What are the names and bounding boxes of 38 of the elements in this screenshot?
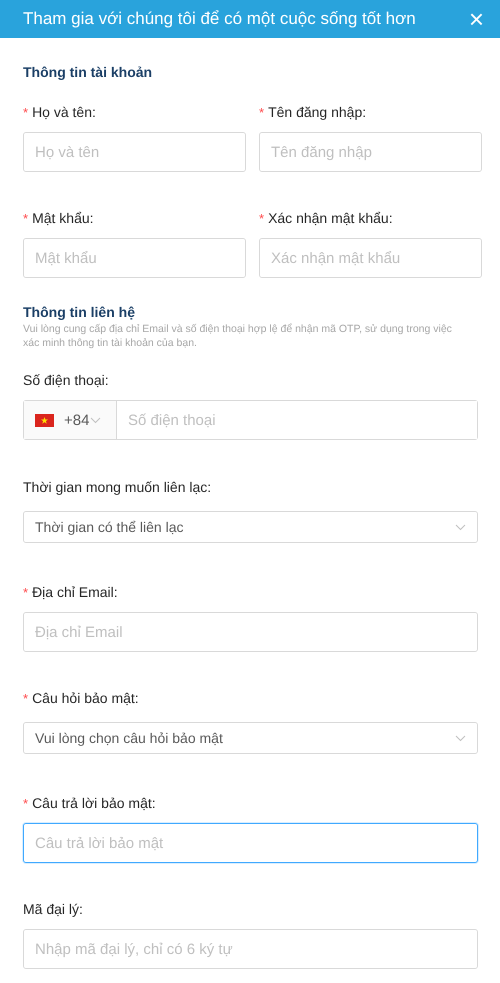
section-title: Thông tin tài khoản [23, 64, 154, 80]
select-field[interactable]: Vui lòng chọn câu hỏi bảo mật [23, 722, 478, 754]
field-label: Xác nhận mật khẩu: [268, 210, 393, 226]
field-label: Địa chỉ Email: [32, 584, 118, 600]
chevron-down-icon [90, 416, 102, 424]
field-label: Thời gian mong muốn liên lạc: [23, 479, 212, 495]
field-label: Tên đăng nhập: [268, 104, 366, 120]
section-title: Thông tin liên hệ [23, 304, 136, 320]
dialog-title: Tham gia với chúng tôi để có một cuộc sống tốt hơn [23, 9, 416, 29]
required-mark: * [23, 796, 28, 810]
field-label: Họ và tên: [32, 104, 96, 120]
required-mark: * [259, 104, 264, 120]
text-field[interactable]: Tên đăng nhập [259, 132, 482, 172]
field-label: Mật khẩu: [32, 210, 94, 226]
phone-field[interactable]: +84 Số điện thoại [23, 400, 478, 440]
text-field[interactable]: Xác nhận mật khẩu [259, 238, 482, 278]
country-code-select[interactable]: +84 [24, 401, 117, 439]
field-label: Câu hỏi bảo mật: [32, 690, 139, 706]
required-mark: * [23, 690, 28, 706]
required-mark: * [259, 210, 264, 226]
field-label: Câu trả lời bảo mật: [32, 795, 156, 811]
text-field[interactable]: Họ và tên [23, 132, 246, 172]
chevron-down-icon [455, 734, 466, 742]
section-description: Vui lòng cung cấp địa chỉ Email và số điện thoại hợp lệ để nhận mã OTP, sử dụng trong việc xác minh thông tin tài khoản của bạn. [23, 322, 453, 350]
required-mark: * [23, 584, 28, 600]
select-field[interactable]: Thời gian có thể liên lạc [23, 511, 478, 543]
chevron-down-icon [455, 524, 466, 530]
required-mark: * [23, 104, 28, 120]
required-mark: * [23, 210, 28, 226]
flag-icon [35, 414, 54, 426]
select-placeholder: Vui lòng chọn câu hỏi bảo mật [35, 730, 223, 746]
select-placeholder: Thời gian có thể liên lạc [35, 519, 184, 535]
text-field[interactable]: Địa chỉ Email [23, 612, 478, 652]
text-field[interactable]: Nhập mã đại lý, chỉ có 6 ký tự [23, 929, 478, 969]
text-field[interactable]: Câu trả lời bảo mật [23, 823, 478, 863]
field-label: Số điện thoại: [23, 372, 109, 388]
text-field[interactable]: Mật khẩu [23, 238, 246, 278]
field-label: Mã đại lý: [23, 901, 83, 917]
